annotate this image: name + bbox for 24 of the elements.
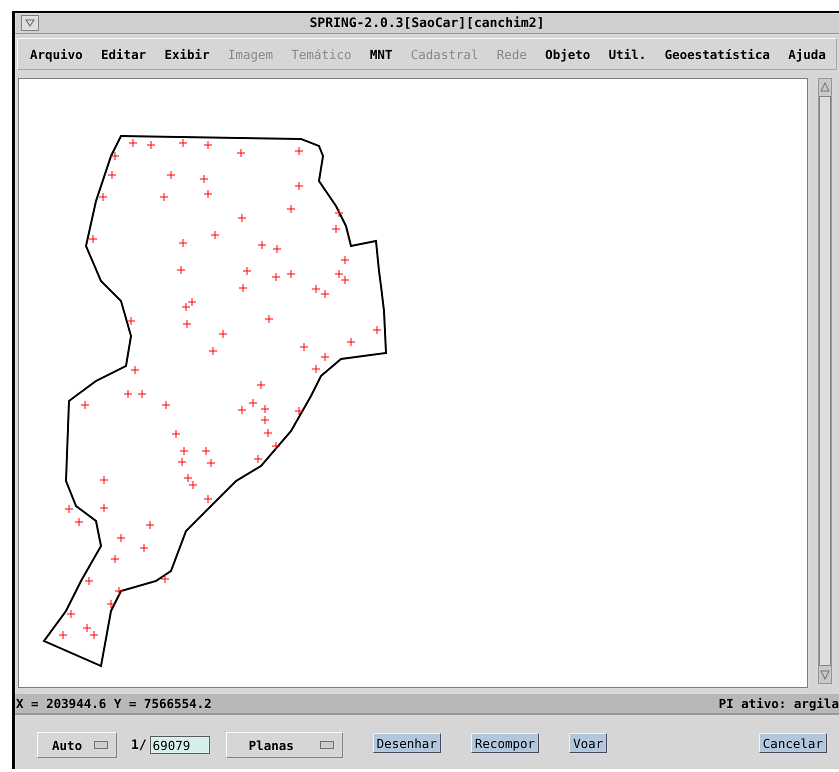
scroll-up-icon[interactable] [819, 81, 831, 93]
scroll-thumb[interactable] [819, 96, 831, 666]
menu-item[interactable]: Objeto [545, 46, 590, 62]
action-button[interactable]: Cancelar [758, 733, 827, 753]
menu-item[interactable]: Ajuda [788, 46, 826, 62]
scroll-down-icon[interactable] [819, 669, 831, 681]
projection-dropdown[interactable]: Planas [226, 732, 343, 758]
coordinates-text: X = 203944.6 Y = 7566554.2 [16, 696, 212, 711]
menu-item[interactable]: Editar [100, 46, 146, 62]
mode-dropdown[interactable]: Auto [37, 732, 117, 758]
menu-item[interactable]: MNT [370, 46, 392, 62]
vertical-scrollbar[interactable] [818, 78, 832, 684]
menu-item[interactable]: Util. [608, 46, 646, 62]
window-title: SPRING-2.0.3[SaoCar][canchim2] [308, 16, 546, 30]
scale-field[interactable]: 69079 [150, 736, 210, 754]
menu-item[interactable]: Exibir [164, 46, 210, 62]
window-menu-icon[interactable] [21, 15, 39, 31]
action-button[interactable]: Desenhar [372, 733, 441, 753]
menu-item[interactable]: Geoestatística [664, 46, 770, 62]
action-button[interactable]: Voar [569, 733, 608, 753]
active-plane-text: PI ativo: argila [718, 696, 839, 711]
action-button[interactable]: Recompor [470, 733, 540, 753]
scale-label: 1/ [131, 738, 147, 752]
menu-item[interactable]: Arquivo [30, 46, 83, 62]
